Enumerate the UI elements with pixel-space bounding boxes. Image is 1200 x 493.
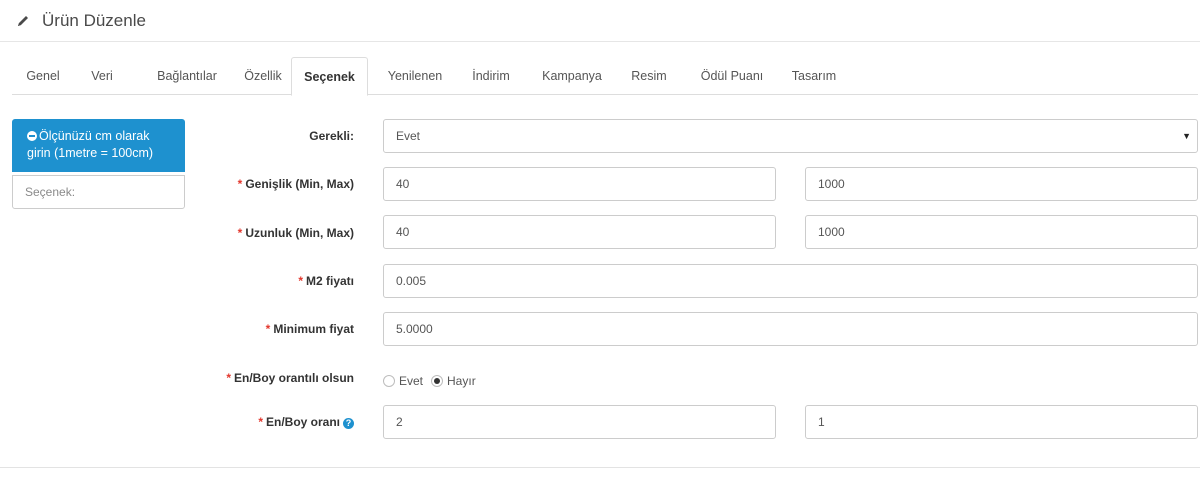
m2-fiyati-input[interactable] — [383, 264, 1198, 298]
uzunluk-label: * Uzunluk (Min, Max) — [200, 226, 354, 240]
oran-label-text: En/Boy oranı — [265, 415, 340, 429]
genislik-max-input[interactable] — [805, 167, 1198, 201]
radio-unchecked-icon[interactable] — [383, 375, 395, 387]
required-mark: * — [237, 177, 243, 191]
tab-secenek[interactable]: Seçenek — [291, 57, 368, 96]
m2-fiyati-label-text: M2 fiyatı — [305, 274, 354, 288]
tab-genel[interactable]: Genel — [12, 57, 74, 95]
orantili-radio-group: Evet Hayır — [383, 372, 484, 390]
help-icon[interactable]: ? — [343, 418, 354, 429]
minimum-fiyat-label: * Minimum fiyat — [200, 322, 354, 336]
page-title: Ürün Düzenle — [42, 10, 146, 30]
required-mark: * — [298, 274, 303, 288]
uzunluk-min-input[interactable] — [383, 215, 776, 249]
option-item-label: Ölçünüzü cm olarak girin (1metre = 100cm… — [27, 129, 154, 160]
tab-veri[interactable]: Veri — [80, 57, 124, 95]
minimum-fiyat-label-text: Minimum fiyat — [273, 322, 354, 336]
tab-tasarim[interactable]: Tasarım — [782, 57, 846, 95]
tab-bar: Genel Veri Bağlantılar Özellik Seçenek Y… — [12, 57, 1198, 96]
tab-indirim[interactable]: İndirim — [460, 57, 522, 95]
uzunluk-label-text: Uzunluk (Min, Max) — [245, 226, 354, 240]
required-mark: * — [265, 322, 271, 336]
tab-odul-puani[interactable]: Ödül Puanı — [687, 57, 777, 95]
genislik-label: * Genişlik (Min, Max) — [200, 177, 354, 191]
tab-kampanya[interactable]: Kampanya — [532, 57, 612, 95]
required-mark: * — [237, 226, 243, 240]
gerekli-select[interactable]: Evet ▼ — [383, 119, 1198, 153]
radio-hayir-label: Hayır — [447, 374, 476, 388]
oran-second-input[interactable] — [805, 405, 1198, 439]
radio-checked-icon[interactable] — [431, 375, 444, 387]
tab-resim[interactable]: Resim — [620, 57, 678, 95]
tab-baglantilar[interactable]: Bağlantılar — [136, 57, 238, 95]
m2-fiyati-label: * M2 fiyatı — [200, 274, 354, 288]
orantili-label: * En/Boy orantılı olsun — [200, 371, 354, 385]
orantili-radio-hayir[interactable]: Hayır — [431, 374, 476, 388]
caret-down-icon: ▼ — [1182, 131, 1191, 141]
minus-circle-icon[interactable] — [27, 131, 37, 141]
uzunluk-max-input[interactable] — [805, 215, 1198, 249]
gerekli-select-value: Evet — [396, 129, 421, 143]
orantili-label-text: En/Boy orantılı olsun — [233, 371, 354, 385]
tab-yenilenen[interactable]: Yenilenen — [375, 57, 455, 95]
pencil-icon — [16, 14, 30, 28]
orantili-radio-evet[interactable]: Evet — [383, 374, 423, 388]
option-autocomplete-input[interactable] — [12, 175, 185, 209]
minimum-fiyat-input[interactable] — [383, 312, 1198, 346]
radio-evet-label: Evet — [399, 374, 424, 388]
required-mark: * — [258, 415, 263, 429]
divider — [0, 467, 1200, 468]
option-item-active[interactable]: Ölçünüzü cm olarak girin (1metre = 100cm… — [12, 119, 185, 172]
tab-ozellik[interactable]: Özellik — [227, 57, 299, 95]
oran-label: * En/Boy oranı? — [200, 415, 354, 429]
genislik-min-input[interactable] — [383, 167, 776, 201]
required-mark: * — [226, 371, 231, 385]
oran-first-input[interactable] — [383, 405, 776, 439]
page-header: Ürün Düzenle — [0, 0, 1200, 42]
genislik-label-text: Genişlik (Min, Max) — [245, 177, 354, 191]
gerekli-label: Gerekli: — [309, 129, 354, 143]
